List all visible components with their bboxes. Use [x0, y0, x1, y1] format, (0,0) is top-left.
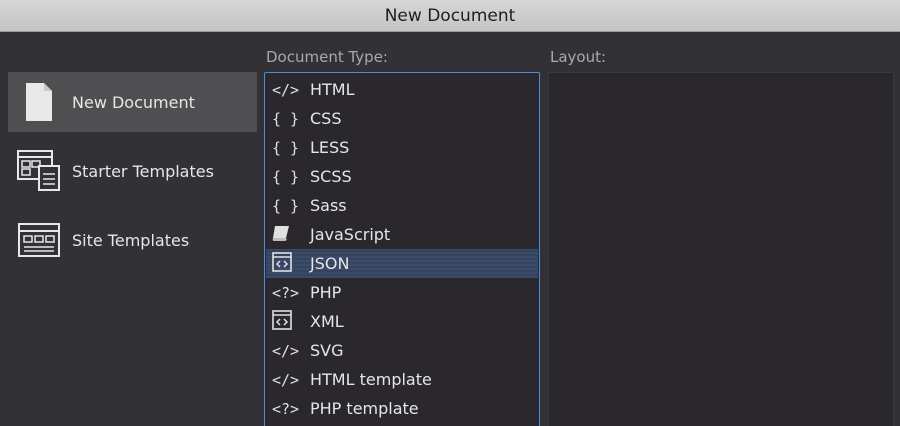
layout-panel[interactable]: [548, 72, 894, 426]
list-item-label: PHP: [310, 283, 342, 302]
sidebar-item-label: New Document: [72, 92, 195, 112]
php-tag-icon: <?>: [272, 283, 300, 302]
starter-templates-icon: [14, 146, 64, 196]
list-item-php-template[interactable]: <?> PHP template: [266, 394, 538, 423]
list-item-label: JSON: [310, 254, 350, 273]
list-item-label: LESS: [310, 138, 350, 157]
sidebar-item-label: Site Templates: [72, 230, 190, 250]
code-tag-icon: </>: [272, 370, 300, 389]
list-item-javascript[interactable]: JavaScript: [266, 220, 538, 249]
list-item-html-template[interactable]: </> HTML template: [266, 365, 538, 394]
code-tag-icon: </>: [272, 341, 300, 360]
json-box-icon: [272, 251, 302, 276]
document-type-list[interactable]: </> HTML { } CSS { } LESS { } SCSS { } S…: [264, 72, 540, 426]
list-item-label: HTML: [310, 80, 355, 99]
window-title: New Document: [384, 5, 516, 26]
php-tag-icon: <?>: [272, 399, 300, 418]
curly-braces-icon: { }: [272, 167, 300, 186]
layout-label: Layout:: [550, 48, 607, 66]
list-item-less[interactable]: { } LESS: [266, 133, 538, 162]
sidebar-item-new-document[interactable]: New Document: [8, 72, 257, 132]
list-item-label: SVG: [310, 341, 344, 360]
curly-braces-icon: { }: [272, 196, 300, 215]
scroll-icon: [272, 224, 302, 246]
xml-box-icon: [272, 309, 302, 334]
list-item-sass[interactable]: { } Sass: [266, 191, 538, 220]
sidebar-item-label: Starter Templates: [72, 161, 214, 181]
sidebar-item-starter-templates[interactable]: Starter Templates: [8, 141, 257, 201]
document-icon: [14, 77, 64, 127]
list-item-html[interactable]: </> HTML: [266, 75, 538, 104]
list-item-label: JavaScript: [310, 225, 391, 244]
list-item-label: XML: [310, 312, 344, 331]
sidebar: New Document Starter Templates Site Temp…: [0, 33, 262, 426]
list-item-json[interactable]: JSON: [266, 249, 538, 278]
list-item-svg[interactable]: </> SVG: [266, 336, 538, 365]
window-titlebar: New Document: [0, 0, 900, 32]
list-item-label: SCSS: [310, 167, 352, 186]
list-item-label: Sass: [310, 196, 347, 215]
list-item-xml[interactable]: XML: [266, 307, 538, 336]
list-item-label: PHP template: [310, 399, 419, 418]
curly-braces-icon: { }: [272, 109, 300, 128]
list-item-label: HTML template: [310, 370, 432, 389]
document-type-label: Document Type:: [266, 48, 388, 66]
sidebar-item-site-templates[interactable]: Site Templates: [8, 210, 257, 270]
list-item-label: CSS: [310, 109, 342, 128]
site-templates-icon: [14, 215, 64, 265]
list-item-php[interactable]: <?> PHP: [266, 278, 538, 307]
curly-braces-icon: { }: [272, 138, 300, 157]
list-item-scss[interactable]: { } SCSS: [266, 162, 538, 191]
list-item-css[interactable]: { } CSS: [266, 104, 538, 133]
code-tag-icon: </>: [272, 80, 300, 99]
